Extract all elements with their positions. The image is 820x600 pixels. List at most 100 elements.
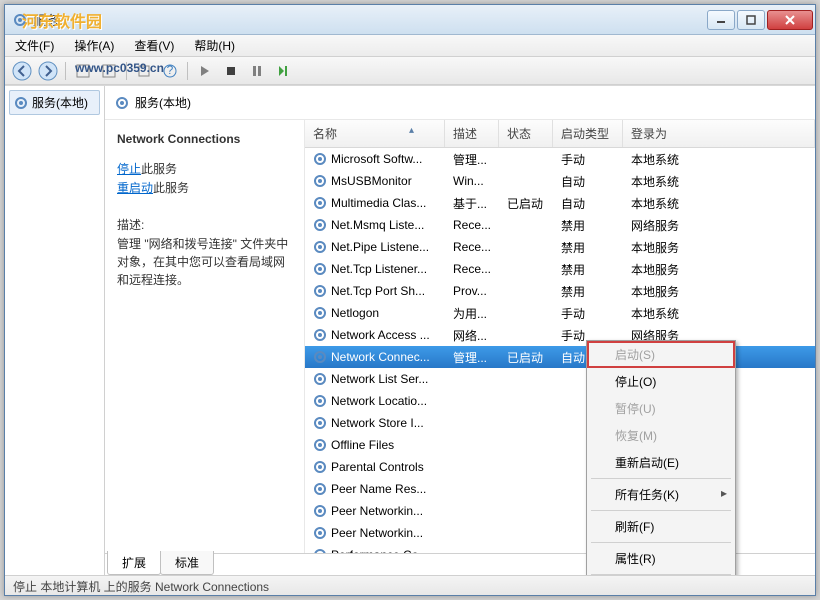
service-row[interactable]: Peer Name Res... 本地服务: [305, 478, 815, 500]
service-row[interactable]: Network Connec... 管理... 已启动 自动 本地系统: [305, 346, 815, 368]
svg-text:?: ?: [167, 63, 174, 77]
cm-pause[interactable]: 暂停(U): [587, 395, 735, 422]
service-row[interactable]: Net.Msmq Liste... Rece... 禁用 网络服务: [305, 214, 815, 236]
service-name: Parental Controls: [331, 460, 424, 474]
service-desc: Rece...: [445, 262, 499, 276]
service-row[interactable]: Parental Controls 本地服务: [305, 456, 815, 478]
service-row[interactable]: Netlogon 为用... 手动 本地系统: [305, 302, 815, 324]
cm-start[interactable]: 启动(S): [587, 341, 735, 368]
services-icon: [13, 13, 27, 27]
stop-tool[interactable]: [220, 60, 242, 82]
tree-root[interactable]: 服务(本地): [9, 90, 100, 115]
statusbar: 停止 本地计算机 上的服务 Network Connections: [5, 575, 815, 595]
list-header: 名称 描述 状态 启动类型 登录为: [305, 120, 815, 148]
service-startup: 手动: [553, 305, 623, 322]
menu-view[interactable]: 查看(V): [130, 35, 178, 56]
gear-icon: [313, 526, 327, 540]
service-row[interactable]: Offline Files 本地系统: [305, 434, 815, 456]
menu-file[interactable]: 文件(F): [11, 35, 58, 56]
pane-title: 服务(本地): [135, 94, 191, 111]
menubar: 文件(F) 操作(A) 查看(V) 帮助(H): [5, 35, 815, 57]
help-tool[interactable]: ?: [159, 60, 181, 82]
service-name: Netlogon: [331, 306, 379, 320]
service-row[interactable]: Net.Tcp Port Sh... Prov... 禁用 本地服务: [305, 280, 815, 302]
gear-icon: [313, 196, 327, 210]
window-title: 服务: [33, 10, 707, 29]
menu-help[interactable]: 帮助(H): [190, 35, 239, 56]
service-startup: 禁用: [553, 261, 623, 278]
service-name: Network Connec...: [331, 350, 430, 364]
menu-action[interactable]: 操作(A): [70, 35, 118, 56]
gear-icon: [313, 174, 327, 188]
service-name: Offline Files: [331, 438, 394, 452]
titlebar[interactable]: 服务 河东软件园: [5, 5, 815, 35]
cm-properties[interactable]: 属性(R): [587, 545, 735, 572]
service-row[interactable]: Microsoft Softw... 管理... 手动 本地系统: [305, 148, 815, 170]
service-status: 已启动: [499, 195, 553, 212]
gear-icon: [313, 372, 327, 386]
gear-icon: [115, 96, 129, 110]
service-name: Net.Pipe Listene...: [331, 240, 429, 254]
services-list[interactable]: 名称 描述 状态 启动类型 登录为 Microsoft Softw... 管理.…: [305, 120, 815, 553]
separator: [591, 510, 731, 511]
cm-resume[interactable]: 恢复(M): [587, 422, 735, 449]
service-desc: 基于...: [445, 195, 499, 212]
service-row[interactable]: Network Store I... 本地服务: [305, 412, 815, 434]
cm-stop[interactable]: 停止(O): [587, 368, 735, 395]
play-tool[interactable]: [194, 60, 216, 82]
tab-extended[interactable]: 扩展: [107, 551, 161, 575]
stop-link[interactable]: 停止: [117, 160, 141, 177]
gear-icon: [313, 262, 327, 276]
service-row[interactable]: Network List Ser... 本地服务: [305, 368, 815, 390]
service-row[interactable]: MsUSBMonitor Win... 自动 本地系统: [305, 170, 815, 192]
minimize-button[interactable]: [707, 10, 735, 30]
maximize-button[interactable]: [737, 10, 765, 30]
back-button[interactable]: [11, 60, 33, 82]
service-row[interactable]: Performance Co... 本地服务: [305, 544, 815, 553]
col-logon[interactable]: 登录为: [623, 120, 815, 147]
separator: [591, 478, 731, 479]
gear-icon: [313, 152, 327, 166]
gear-icon: [313, 482, 327, 496]
service-row[interactable]: Multimedia Clas... 基于... 已启动 自动 本地系统: [305, 192, 815, 214]
tree-root-label: 服务(本地): [32, 94, 88, 111]
gear-icon: [313, 306, 327, 320]
cm-alltasks[interactable]: 所有任务(K): [587, 481, 735, 508]
close-button[interactable]: [767, 10, 813, 30]
service-row[interactable]: Net.Tcp Listener... Rece... 禁用 本地服务: [305, 258, 815, 280]
service-row[interactable]: Net.Pipe Listene... Rece... 禁用 本地服务: [305, 236, 815, 258]
tree-pane: 服务(本地): [5, 86, 105, 575]
separator: [65, 62, 66, 80]
properties-tool[interactable]: [72, 60, 94, 82]
detail-panel: Network Connections 停止此服务 重启动此服务 描述: 管理 …: [105, 120, 305, 553]
cm-restart[interactable]: 重新启动(E): [587, 449, 735, 476]
service-row[interactable]: Network Locatio... 网络服务: [305, 390, 815, 412]
refresh-tool[interactable]: [133, 60, 155, 82]
col-name[interactable]: 名称: [305, 120, 445, 147]
forward-button[interactable]: [37, 60, 59, 82]
service-logon: 本地系统: [623, 151, 815, 168]
desc-text: 管理 "网络和拨号连接" 文件夹中对象，在其中您可以查看局域网和远程连接。: [117, 235, 292, 289]
service-row[interactable]: Peer Networkin... 本地服务: [305, 500, 815, 522]
pause-tool[interactable]: [246, 60, 268, 82]
service-desc: 管理...: [445, 151, 499, 168]
tab-standard[interactable]: 标准: [160, 551, 214, 575]
export-tool[interactable]: [98, 60, 120, 82]
service-name: Network Locatio...: [331, 394, 427, 408]
service-startup: 禁用: [553, 283, 623, 300]
service-row[interactable]: Network Access ... 网络... 手动 网络服务: [305, 324, 815, 346]
service-name: Network Store I...: [331, 416, 424, 430]
separator: [126, 62, 127, 80]
cm-refresh[interactable]: 刷新(F): [587, 513, 735, 540]
service-startup: 禁用: [553, 217, 623, 234]
restart-link[interactable]: 重启动: [117, 179, 153, 196]
toolbar: www.pc0359.cn ?: [5, 57, 815, 85]
restart-tool[interactable]: [272, 60, 294, 82]
stop-suffix: 此服务: [141, 162, 177, 176]
col-status[interactable]: 状态: [499, 120, 553, 147]
service-name: Peer Networkin...: [331, 526, 423, 540]
col-startup[interactable]: 启动类型: [553, 120, 623, 147]
gear-icon: [313, 394, 327, 408]
service-row[interactable]: Peer Networkin... 本地服务: [305, 522, 815, 544]
col-desc[interactable]: 描述: [445, 120, 499, 147]
